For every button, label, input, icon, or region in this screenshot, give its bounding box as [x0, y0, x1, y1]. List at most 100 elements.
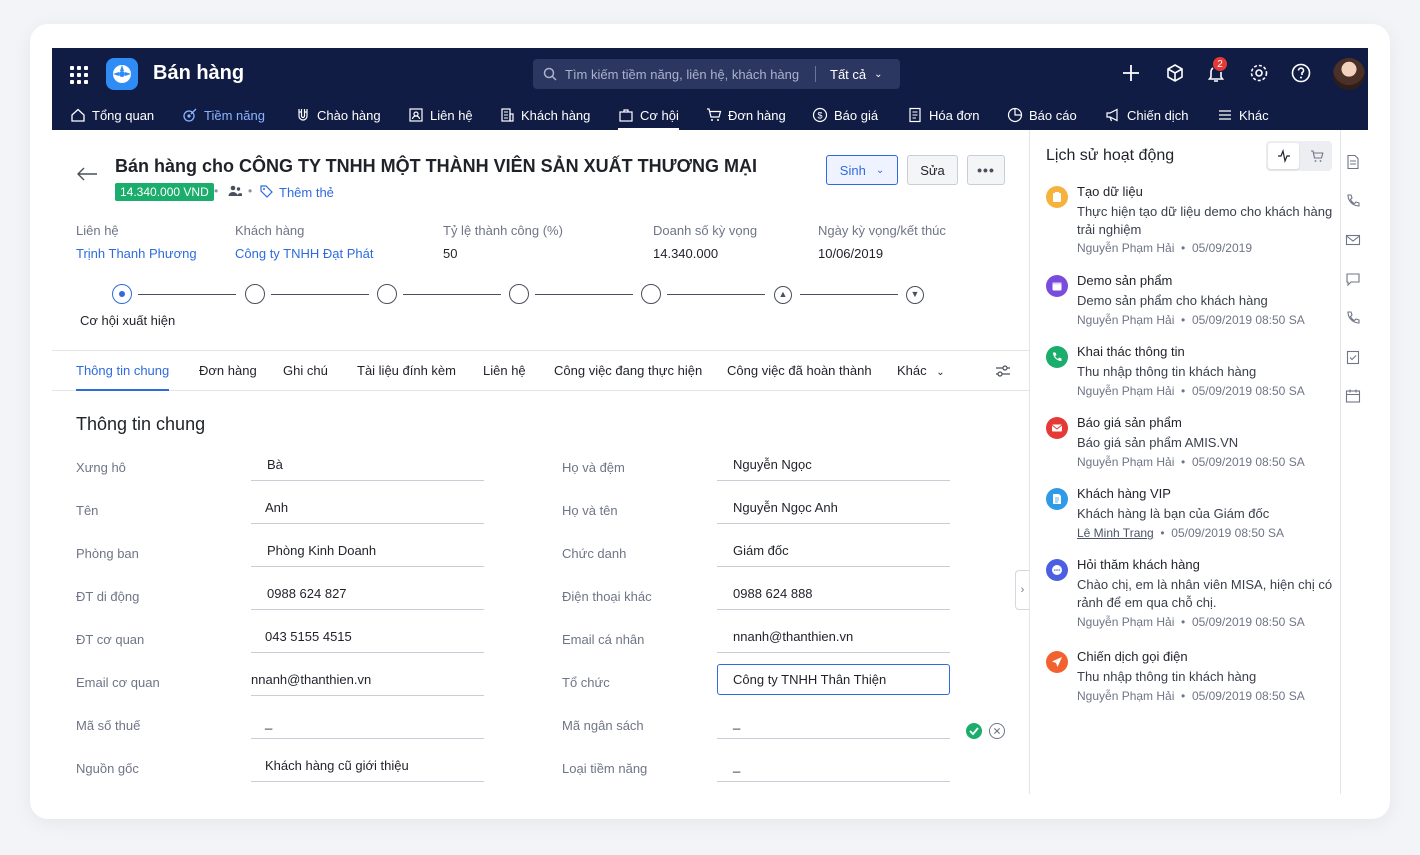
- panel-toggle-chevron-icon[interactable]: ›: [1015, 570, 1029, 610]
- nav-item-orders[interactable]: Đơn hàng: [706, 100, 786, 130]
- tab-orders[interactable]: Đơn hàng: [199, 363, 257, 378]
- field-other-phone[interactable]: 0988 624 888: [717, 579, 950, 610]
- nav-item-contacts[interactable]: Liên hệ: [408, 100, 473, 130]
- back-arrow-icon[interactable]: [76, 166, 98, 182]
- activity-item[interactable]: Tạo dữ liệu Thực hiện tạo dữ liệu demo c…: [1046, 184, 1336, 264]
- nav-item-offers[interactable]: Chào hàng: [295, 100, 381, 130]
- activity-time: 05/09/2019 08:50 SA: [1171, 526, 1285, 540]
- nav-item-quotes[interactable]: $ Báo giá: [812, 100, 878, 130]
- activity-item[interactable]: Báo giá sản phẩm Báo giá sản phẩm AMIS.V…: [1046, 415, 1336, 475]
- edit-button[interactable]: Sửa: [907, 155, 958, 185]
- nav-item-more[interactable]: Khác: [1217, 100, 1269, 130]
- stage-step[interactable]: [377, 284, 397, 304]
- mail-icon[interactable]: [1345, 232, 1361, 248]
- summary-value-contact[interactable]: Trịnh Thanh Phương: [76, 246, 197, 261]
- field-label: ĐT di động: [76, 589, 140, 604]
- field-middle-name[interactable]: Nguyễn Ngọc: [717, 450, 950, 481]
- field-mobile-phone[interactable]: 0988 624 827: [251, 579, 484, 610]
- cube-icon[interactable]: [1164, 62, 1186, 84]
- tab-contacts[interactable]: Liên hệ: [483, 363, 526, 378]
- task-checklist-icon[interactable]: [1345, 349, 1361, 365]
- nav-label: Liên hệ: [430, 107, 473, 123]
- activity-item[interactable]: Hỏi thăm khách hàng Chào chị, em là nhân…: [1046, 557, 1336, 637]
- activity-user-link[interactable]: Lê Minh Trang: [1077, 526, 1154, 540]
- svg-text:$: $: [817, 111, 822, 121]
- thumbs-up-icon[interactable]: ▲: [774, 286, 792, 304]
- calendar-icon[interactable]: [1345, 388, 1361, 404]
- nav-item-customers[interactable]: Khách hàng: [499, 100, 590, 130]
- sliders-icon[interactable]: [995, 363, 1011, 379]
- nav-label: Khác: [1239, 107, 1269, 123]
- stage-connector: [800, 294, 898, 295]
- nav-item-campaigns[interactable]: Chiến dịch: [1105, 100, 1188, 130]
- nav-item-leads[interactable]: Tiềm năng: [182, 100, 265, 130]
- activity-user: Nguyễn Phạm Hải: [1077, 689, 1175, 703]
- user-avatar[interactable]: [1333, 58, 1365, 90]
- activity-item[interactable]: Khách hàng VIP Khách hàng là bạn của Giá…: [1046, 486, 1336, 546]
- chevron-down-icon: ⌄: [874, 68, 883, 80]
- tab-notes[interactable]: Ghi chú: [283, 363, 328, 378]
- gear-icon[interactable]: [1248, 62, 1270, 84]
- app-grid-icon[interactable]: [70, 66, 88, 84]
- people-icon[interactable]: [228, 185, 242, 197]
- phone-icon[interactable]: [1345, 310, 1361, 326]
- field-organization-input[interactable]: Công ty TNHH Thân Thiện: [717, 664, 950, 695]
- nav-item-opportunities[interactable]: Cơ hội: [618, 100, 679, 130]
- field-personal-email[interactable]: nnanh@thanthien.vn: [717, 622, 950, 653]
- confirm-check-icon[interactable]: [966, 723, 982, 739]
- help-icon[interactable]: [1290, 62, 1312, 84]
- search-input[interactable]: Tìm kiếm tiềm năng, liên hệ, khách hàng: [565, 67, 815, 82]
- activity-item[interactable]: Chiến dịch gọi điện Thu nhập thông tin k…: [1046, 649, 1336, 709]
- activity-title: Khách hàng VIP: [1077, 486, 1171, 501]
- tab-tasks-in-progress[interactable]: Công việc đang thực hiện: [554, 363, 702, 378]
- field-budget-code[interactable]: _: [717, 708, 950, 739]
- activity-time: 05/09/2019: [1191, 241, 1252, 255]
- field-full-name[interactable]: Nguyễn Ngọc Anh: [717, 493, 950, 524]
- field-source[interactable]: Khách hàng cũ giới thiệu: [251, 751, 484, 782]
- record-detail: Bán hàng cho CÔNG TY TNHH MỘT THÀNH VIÊN…: [52, 130, 1029, 794]
- field-department[interactable]: Phòng Kinh Doanh: [251, 536, 484, 567]
- tab-tasks-completed[interactable]: Công việc đã hoàn thành: [727, 363, 872, 378]
- tab-general[interactable]: Thông tin chung: [76, 363, 170, 391]
- stage-connector: [667, 294, 765, 295]
- field-lead-type[interactable]: _: [717, 751, 950, 782]
- stage-step[interactable]: [112, 284, 132, 304]
- nav-label: Tổng quan: [92, 107, 155, 123]
- more-actions-button[interactable]: •••: [967, 155, 1005, 185]
- field-salutation[interactable]: Bà: [251, 450, 484, 481]
- tab-more[interactable]: Khác ⌄: [897, 363, 945, 378]
- field-job-title[interactable]: Giám đốc: [717, 536, 950, 567]
- chat-bubble-icon[interactable]: [1345, 271, 1361, 287]
- field-label: ĐT cơ quan: [76, 632, 145, 647]
- cart-icon[interactable]: [1310, 149, 1324, 163]
- field-first-name[interactable]: Anh: [251, 493, 484, 524]
- tab-attachments[interactable]: Tài liệu đính kèm: [357, 363, 456, 378]
- stage-step[interactable]: [641, 284, 661, 304]
- field-label: Tên: [76, 503, 99, 518]
- plus-icon[interactable]: [1120, 62, 1142, 84]
- megaphone-icon: [1106, 108, 1118, 122]
- field-office-phone[interactable]: 043 5155 4515: [251, 622, 484, 653]
- nav-item-invoices[interactable]: Hóa đơn: [907, 100, 979, 130]
- activity-item[interactable]: Demo sản phẩm Demo sản phẩm cho khách hà…: [1046, 273, 1336, 333]
- thumbs-down-icon[interactable]: ▼: [906, 286, 924, 304]
- magnet-icon: [298, 109, 308, 121]
- summary-value-customer[interactable]: Công ty TNHH Đạt Phát: [235, 246, 373, 261]
- tag-icon[interactable]: [260, 185, 273, 198]
- phone-outgoing-icon[interactable]: [1345, 193, 1361, 209]
- field-tax-code[interactable]: _: [251, 708, 484, 739]
- activity-item[interactable]: Khai thác thông tin Thu nhập thông tin k…: [1046, 344, 1336, 404]
- stage-step[interactable]: [245, 284, 265, 304]
- global-search[interactable]: Tìm kiếm tiềm năng, liên hệ, khách hàng …: [533, 59, 900, 89]
- generate-button[interactable]: Sinh ⌄: [826, 155, 898, 185]
- stage-step[interactable]: [509, 284, 529, 304]
- nav-item-overview[interactable]: Tổng quan: [70, 100, 154, 130]
- contact-card-icon: [409, 108, 423, 122]
- cancel-x-icon[interactable]: [989, 723, 1005, 739]
- add-tag-link[interactable]: Thêm thẻ: [279, 185, 334, 200]
- nav-item-reports[interactable]: Báo cáo: [1007, 100, 1077, 130]
- field-office-email[interactable]: nnanh@thanthien.vn: [251, 665, 484, 696]
- document-icon[interactable]: [1345, 154, 1361, 170]
- search-scope-select[interactable]: Tất cả: [830, 67, 866, 82]
- activity-title: Chiến dịch gọi điện: [1077, 649, 1188, 664]
